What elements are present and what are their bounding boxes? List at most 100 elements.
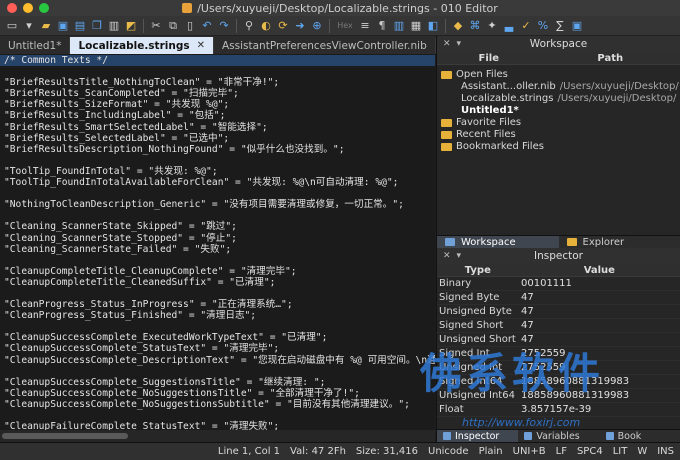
tab-variables[interactable]: Variables bbox=[518, 430, 599, 442]
inspector-value[interactable]: 47 bbox=[519, 292, 534, 303]
minimize-window-button[interactable] bbox=[23, 3, 33, 13]
template-file-icon[interactable]: ◩ bbox=[123, 18, 139, 34]
paste-icon[interactable]: ▯ bbox=[182, 18, 198, 34]
inspector-value[interactable]: 47 bbox=[519, 320, 534, 331]
code-line[interactable] bbox=[4, 255, 435, 266]
code-line[interactable]: "CleanupSuccessComplete_NoSuggestionsSub… bbox=[4, 399, 435, 410]
tab-assistant-preferences[interactable]: AssistantPreferencesViewController.nib bbox=[214, 37, 436, 54]
close-panel-icon[interactable]: ✕ bbox=[443, 251, 451, 261]
code-line[interactable]: "NothingToCleanDescription_Generic" = "没… bbox=[4, 199, 435, 210]
copy-file-icon[interactable]: ❐ bbox=[89, 18, 105, 34]
zoom-window-button[interactable] bbox=[39, 3, 49, 13]
code-line[interactable]: "CleanupFailureComplete_StatusText" = "清… bbox=[4, 421, 435, 430]
tab-setting[interactable]: SPC4 bbox=[577, 446, 603, 457]
run-icon[interactable]: ✦ bbox=[484, 18, 500, 34]
type-column-header[interactable]: Type bbox=[437, 265, 519, 276]
script-icon[interactable]: ⌘ bbox=[467, 18, 483, 34]
inspector-row[interactable]: Unsigned Byte 47 bbox=[437, 305, 680, 319]
code-line[interactable]: "CleanupSuccessComplete_DescriptionText"… bbox=[4, 355, 435, 366]
inspector-value[interactable]: 3.857157e-39 bbox=[519, 404, 591, 415]
text-editor[interactable]: /* Common Texts */ "BriefResultsTitle_Not… bbox=[0, 54, 435, 430]
save-icon[interactable]: ▣ bbox=[55, 18, 71, 34]
settings-icon[interactable]: ▣ bbox=[569, 18, 585, 34]
bookmarked-files-group[interactable]: Bookmarked Files bbox=[441, 141, 544, 152]
code-line[interactable] bbox=[4, 321, 435, 332]
endian-mode[interactable]: LIT bbox=[613, 446, 628, 457]
code-line[interactable] bbox=[4, 366, 435, 377]
horizontal-scrollbar[interactable] bbox=[0, 430, 435, 442]
tab-bookmarks[interactable]: Book bbox=[600, 430, 680, 442]
code-line[interactable] bbox=[4, 188, 435, 199]
copy-icon[interactable]: ⧉ bbox=[165, 18, 181, 34]
code-view[interactable]: /* Common Texts */ "BriefResultsTitle_Not… bbox=[0, 55, 435, 430]
histogram-icon[interactable]: ▃ bbox=[501, 18, 517, 34]
code-line[interactable]: "ToolTip_FoundInTotal" = "共发现: %@"; bbox=[4, 166, 435, 177]
code-line[interactable]: "BriefResults_IncludingLabel" = "包括"; bbox=[4, 110, 435, 121]
scrollbar-thumb[interactable] bbox=[2, 433, 128, 439]
code-line[interactable]: "BriefResultsTitle_NothingToClean" = "非常… bbox=[4, 77, 435, 88]
tab-workspace[interactable]: Workspace bbox=[437, 236, 559, 248]
workspace-file-item[interactable]: Assistant...oller.nib /Users/xuyueji/Des… bbox=[461, 81, 679, 92]
tab-untitled1[interactable]: Untitled1* bbox=[0, 37, 71, 54]
code-line[interactable]: "BriefResults_SmartSelectedLabel" = "智能选… bbox=[4, 122, 435, 133]
code-line[interactable]: "CleanupSuccessComplete_SuggestionsTitle… bbox=[4, 377, 435, 388]
byte-order[interactable]: UNI+B bbox=[513, 446, 546, 457]
inspector-value[interactable]: 47 bbox=[519, 306, 534, 317]
file-column-header[interactable]: File bbox=[437, 53, 541, 64]
panel-menu-icon[interactable]: ▾ bbox=[457, 251, 462, 261]
ruler-icon[interactable]: ▦ bbox=[408, 18, 424, 34]
replace-icon[interactable]: ⟳ bbox=[275, 18, 291, 34]
code-line[interactable] bbox=[4, 210, 435, 221]
code-line[interactable]: "BriefResults_SelectedLabel" = "已选中"; bbox=[4, 133, 435, 144]
code-line[interactable]: "ToolTip_FoundInTotalAvailableForClean" … bbox=[4, 177, 435, 188]
workspace-file-item[interactable]: Untitled1* bbox=[461, 105, 519, 116]
close-tab-icon[interactable]: ✕ bbox=[197, 40, 205, 51]
code-line[interactable]: "CleanupSuccessComplete_ExecutedWorkType… bbox=[4, 332, 435, 343]
find-next-icon[interactable]: ◐ bbox=[258, 18, 274, 34]
path-column-header[interactable]: Path bbox=[541, 53, 680, 64]
find-icon[interactable]: ⚲ bbox=[241, 18, 257, 34]
code-line[interactable] bbox=[4, 66, 435, 77]
code-line[interactable]: "CleanupCompleteTitle_CleanupComplete" =… bbox=[4, 266, 435, 277]
hex-mode-label[interactable]: Hex bbox=[334, 18, 356, 34]
favorite-files-group[interactable]: Favorite Files bbox=[441, 117, 521, 128]
columns-icon[interactable]: ▥ bbox=[391, 18, 407, 34]
code-line[interactable] bbox=[4, 410, 435, 421]
open-files-group[interactable]: Open Files bbox=[441, 69, 508, 80]
inspector-row[interactable]: Signed Short 47 bbox=[437, 319, 680, 333]
code-line[interactable]: "BriefResults_SizeFormat" = "共发现 %@"; bbox=[4, 99, 435, 110]
code-line[interactable]: "BriefResults_ScanCompleted" = "扫描完毕"; bbox=[4, 88, 435, 99]
template-icon[interactable]: ◆ bbox=[450, 18, 466, 34]
open-folder-icon[interactable]: ▰ bbox=[38, 18, 54, 34]
encoding-selector[interactable]: Unicode bbox=[428, 446, 469, 457]
code-line[interactable] bbox=[4, 288, 435, 299]
highlight-mode[interactable]: Plain bbox=[479, 446, 503, 457]
code-line[interactable] bbox=[4, 155, 435, 166]
find-in-files-icon[interactable]: ⊕ bbox=[309, 18, 325, 34]
inspector-row[interactable]: Float 3.857157e-39 bbox=[437, 403, 680, 417]
undo-icon[interactable]: ↶ bbox=[199, 18, 215, 34]
goto-icon[interactable]: ➜ bbox=[292, 18, 308, 34]
tab-explorer[interactable]: Explorer bbox=[559, 236, 680, 248]
code-line[interactable]: "Cleaning_ScannerState_Skipped" = "跳过"; bbox=[4, 221, 435, 232]
close-panel-icon[interactable]: ✕ bbox=[443, 39, 451, 49]
code-line[interactable]: "Cleaning_ScannerState_Stopped" = "停止"; bbox=[4, 233, 435, 244]
code-line[interactable]: "CleanProgress_Status_Finished" = "清理日志"… bbox=[4, 310, 435, 321]
recent-files-group[interactable]: Recent Files bbox=[441, 129, 516, 140]
inspector-row[interactable]: Signed Byte 47 bbox=[437, 291, 680, 305]
value-column-header[interactable]: Value bbox=[519, 265, 680, 276]
new-file-icon[interactable]: ▭ bbox=[4, 18, 20, 34]
close-file-icon[interactable]: ▥ bbox=[106, 18, 122, 34]
cursor-position[interactable]: Line 1, Col 1 bbox=[218, 446, 280, 457]
code-line[interactable]: "CleanupCompleteTitle_CleanedSuffix" = "… bbox=[4, 277, 435, 288]
tab-inspector[interactable]: Inspector bbox=[437, 430, 519, 442]
redo-icon[interactable]: ↷ bbox=[216, 18, 232, 34]
calculator-icon[interactable]: % bbox=[535, 18, 551, 34]
write-mode[interactable]: W bbox=[637, 446, 647, 457]
workspace-file-item[interactable]: Localizable.strings /Users/xuyueji/Deskt… bbox=[461, 93, 676, 104]
save-all-icon[interactable]: ▤ bbox=[72, 18, 88, 34]
close-window-button[interactable] bbox=[7, 3, 17, 13]
expression-icon[interactable]: ∑ bbox=[552, 18, 568, 34]
insert-mode[interactable]: INS bbox=[657, 446, 674, 457]
cut-icon[interactable]: ✂ bbox=[148, 18, 164, 34]
